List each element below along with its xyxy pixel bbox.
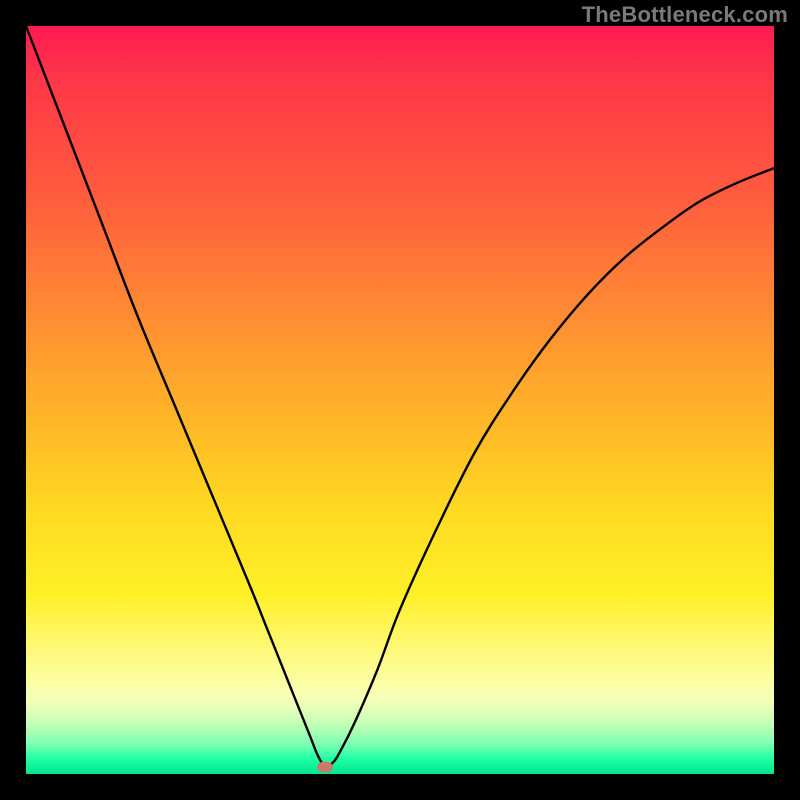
- watermark-text: TheBottleneck.com: [582, 2, 788, 28]
- bottleneck-curve: [26, 26, 774, 774]
- plot-area: [26, 26, 774, 774]
- minimum-marker-icon: [317, 761, 333, 772]
- chart-frame: TheBottleneck.com: [0, 0, 800, 800]
